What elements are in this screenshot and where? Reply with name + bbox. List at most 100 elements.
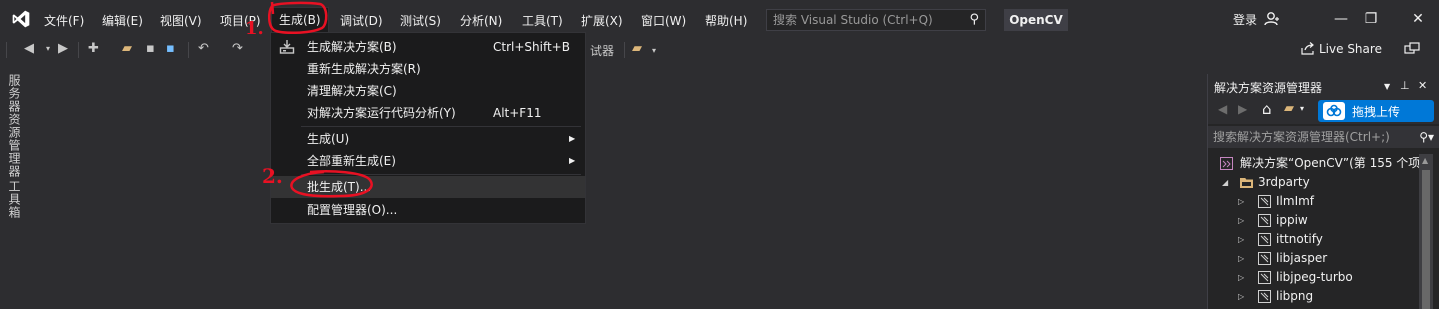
- debugger-partial-label[interactable]: 试器: [590, 42, 614, 59]
- menu-item-shortcut: Ctrl+Shift+B: [493, 40, 570, 54]
- menu-window[interactable]: 窗口(W): [641, 12, 686, 29]
- cpp-project-icon: [1258, 195, 1271, 208]
- toolbar-separator: [78, 42, 79, 58]
- solution-explorer-panel: 解决方案资源管理器 ▼ ⊥ ✕ ◀ ▶ ⌂ ▰ ▾ 拖拽上传 搜索解决方案资源管…: [1207, 74, 1439, 309]
- toolbar-separator: [624, 42, 625, 58]
- new-project-icon[interactable]: ✚: [88, 41, 99, 56]
- editor-area: [24, 66, 1204, 309]
- forward-icon[interactable]: ▶: [1238, 102, 1247, 116]
- menu-file[interactable]: 文件(F): [44, 12, 84, 29]
- user-icon: [1264, 12, 1279, 26]
- menu-separator: [301, 126, 581, 127]
- menu-test[interactable]: 测试(S): [400, 12, 441, 29]
- menu-item-shortcut: Alt+F11: [493, 106, 542, 120]
- scroll-up-icon[interactable]: ▲: [1422, 156, 1428, 165]
- collapsed-arrow-icon[interactable]: ▷: [1238, 230, 1244, 249]
- submenu-arrow-icon: ▶: [569, 156, 576, 165]
- cpp-project-icon: [1258, 290, 1271, 303]
- collapsed-arrow-icon[interactable]: ▷: [1238, 287, 1244, 306]
- live-share-button[interactable]: Live Share: [1301, 42, 1382, 56]
- toolbox-tab[interactable]: 工具箱: [6, 180, 23, 219]
- undo-icon[interactable]: ↶: [198, 41, 209, 56]
- collapsed-arrow-icon[interactable]: ▷: [1238, 249, 1244, 268]
- tree-item-label: libjpeg-turbo: [1276, 270, 1353, 284]
- search-icon: ⚲: [969, 12, 979, 27]
- menu-tools[interactable]: 工具(T): [522, 12, 563, 29]
- menu-item-configuration-manager[interactable]: 配置管理器(O)...: [271, 199, 585, 221]
- close-icon[interactable]: ✕: [1403, 8, 1433, 30]
- switch-views-icon[interactable]: ▰: [1284, 101, 1294, 116]
- restore-icon[interactable]: ❐: [1356, 8, 1386, 30]
- forward-icon[interactable]: ▶: [58, 41, 68, 56]
- menu-extensions[interactable]: 扩展(X): [581, 12, 623, 29]
- save-icon[interactable]: ▪: [146, 41, 155, 56]
- menu-item-label: 生成(U): [307, 132, 350, 146]
- tree-item-label: libpng: [1276, 289, 1314, 303]
- panel-options-icon[interactable]: ▼: [1384, 82, 1390, 91]
- menu-help[interactable]: 帮助(H): [705, 12, 747, 29]
- menu-item-label: 清理解决方案(C): [307, 84, 397, 98]
- cpp-project-icon: [1258, 233, 1271, 246]
- tree-item-label: IlmImf: [1276, 194, 1315, 208]
- feedback-icon[interactable]: [1404, 42, 1420, 56]
- menu-item-label: 重新生成解决方案(R): [307, 62, 421, 76]
- tree-item-label: 解决方案“OpenCV”(第 155 个项: [1240, 156, 1421, 170]
- solution-search-placeholder: 搜索解决方案资源管理器(Ctrl+;): [1213, 130, 1390, 144]
- annotation-circle-batch-build: [290, 170, 373, 198]
- home-icon[interactable]: ⌂: [1262, 100, 1272, 118]
- tree-item-label: 3rdparty: [1258, 175, 1310, 189]
- scroll-thumb[interactable]: [1422, 170, 1430, 309]
- title-bar: 文件(F) 编辑(E) 视图(V) 项目(P) 生成(B) 调试(D) 测试(S…: [0, 0, 1439, 38]
- menu-view[interactable]: 视图(V): [160, 12, 202, 29]
- tree-item-label: libjasper: [1276, 251, 1328, 265]
- panel-close-icon[interactable]: ✕: [1418, 79, 1427, 92]
- menu-debug[interactable]: 调试(D): [340, 12, 383, 29]
- server-explorer-tab[interactable]: 服务器资源管理器: [6, 74, 23, 178]
- tree-scrollbar[interactable]: ▲: [1419, 154, 1433, 309]
- pin-icon[interactable]: ⊥: [1400, 79, 1410, 92]
- annotation-step-1: 1.: [245, 18, 264, 39]
- back-icon[interactable]: ◀: [24, 41, 34, 56]
- toolbar-separator: [188, 42, 189, 58]
- redo-icon[interactable]: ↷: [232, 41, 243, 56]
- open-folder-icon[interactable]: ▰: [122, 41, 132, 56]
- solution-name-badge: OpenCV: [1004, 9, 1068, 31]
- toolbar-overflow-icon[interactable]: ▾: [652, 46, 656, 55]
- switch-views-dropdown-icon[interactable]: ▾: [1300, 104, 1304, 113]
- submenu-arrow-icon: ▶: [569, 134, 576, 143]
- back-dropdown-icon[interactable]: ▾: [46, 44, 50, 53]
- annotation-step-2: 2.: [262, 164, 283, 188]
- collapsed-arrow-icon[interactable]: ▷: [1238, 268, 1244, 287]
- menu-edit[interactable]: 编辑(E): [102, 12, 143, 29]
- vs-search-placeholder: 搜索 Visual Studio (Ctrl+Q): [773, 13, 933, 27]
- back-icon[interactable]: ◀: [1218, 102, 1227, 116]
- cpp-project-icon: [1258, 271, 1271, 284]
- find-in-files-icon[interactable]: ▰: [632, 41, 642, 56]
- menu-item-run-code-analysis[interactable]: 对解决方案运行代码分析(Y) Alt+F11: [271, 102, 585, 124]
- collapsed-arrow-icon[interactable]: ▷: [1238, 211, 1244, 230]
- expanded-arrow-icon[interactable]: ◢: [1222, 173, 1228, 192]
- menu-item-label: 对解决方案运行代码分析(Y): [307, 106, 456, 120]
- solution-explorer-search-input[interactable]: 搜索解决方案资源管理器(Ctrl+;) ⚲▾: [1208, 126, 1439, 148]
- vs-search-input[interactable]: 搜索 Visual Studio (Ctrl+Q) ⚲: [766, 9, 986, 31]
- cpp-project-icon: [1258, 252, 1271, 265]
- menu-analyze[interactable]: 分析(N): [460, 12, 502, 29]
- menu-item-rebuild-solution[interactable]: 重新生成解决方案(R): [271, 58, 585, 80]
- left-tool-tabs: 服务器资源管理器 工具箱: [0, 66, 24, 309]
- sign-in-link[interactable]: 登录: [1233, 11, 1280, 28]
- solution-explorer-title: 解决方案资源管理器: [1214, 81, 1323, 95]
- menu-item-build-submenu[interactable]: 生成(U) ▶: [271, 128, 585, 150]
- cpp-project-icon: [1258, 214, 1271, 227]
- save-all-icon[interactable]: ▪: [166, 41, 175, 56]
- collapsed-arrow-icon[interactable]: ▷: [1238, 192, 1244, 211]
- menu-item-clean-solution[interactable]: 清理解决方案(C): [271, 80, 585, 102]
- minimize-icon[interactable]: —: [1326, 8, 1356, 30]
- build-solution-icon: [279, 40, 295, 54]
- solution-explorer-toolbar: ◀ ▶ ⌂ ▰ ▾ 拖拽上传: [1208, 98, 1439, 124]
- drag-upload-button[interactable]: 拖拽上传: [1318, 100, 1434, 122]
- live-share-label: Live Share: [1319, 42, 1382, 56]
- sign-in-label: 登录: [1233, 13, 1258, 27]
- solution-icon: [1220, 157, 1233, 170]
- visual-studio-logo-icon[interactable]: [10, 9, 32, 29]
- folder-icon: [1240, 178, 1253, 188]
